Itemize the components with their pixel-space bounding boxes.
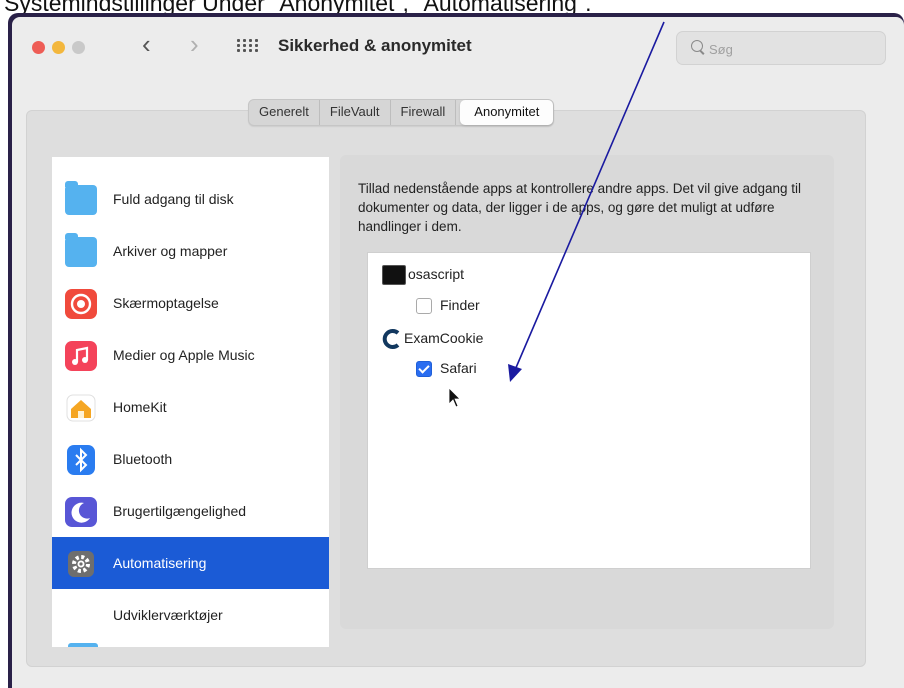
folder-icon — [65, 181, 97, 215]
sidebar-item-udviklervaerktojer[interactable]: Udviklerværktøjer — [52, 589, 329, 641]
gear-icon — [68, 551, 94, 577]
app-name: ExamCookie — [404, 330, 484, 346]
app-row-examcookie[interactable]: ExamCookie — [382, 327, 484, 350]
safari-checkbox[interactable] — [416, 361, 432, 378]
sidebar-item-label: Skærmoptagelse — [113, 295, 219, 311]
examcookie-icon — [382, 329, 400, 350]
screen-recording-icon — [65, 289, 97, 319]
sidebar-item-arkiver-og-mapper[interactable]: Arkiver og mapper — [52, 225, 329, 277]
finder-checkbox[interactable] — [416, 298, 432, 315]
app-row-osascript[interactable]: osascript — [382, 263, 465, 286]
sidebar-item-label: Arkiver og mapper — [113, 243, 228, 259]
show-all-grid-icon[interactable] — [237, 39, 258, 53]
sidebar-item-label: Automatisering — [113, 555, 207, 571]
minimize-button[interactable] — [52, 41, 65, 54]
bluetooth-icon — [67, 445, 95, 475]
sidebar-item-label: Fuld adgang til disk — [113, 191, 234, 207]
tab-filevault[interactable]: FileVault — [320, 100, 391, 125]
automation-description: Tillad nedenstående apps at kontrollere … — [358, 181, 802, 234]
sidebar-item-label: Bluetooth — [113, 451, 173, 467]
sidebar-item-brugertilgaengelighed[interactable]: Brugertilgængelighed — [52, 485, 329, 537]
permission-target-label: Safari — [440, 360, 477, 376]
sidebar-item-fuld-adgang-til-disk[interactable]: Fuld adgang til disk — [52, 173, 329, 225]
music-icon — [65, 341, 97, 371]
back-button[interactable]: ‹ — [142, 29, 151, 60]
app-name: osascript — [408, 266, 465, 282]
sidebar-item-label: Brugertilgængelighed — [113, 503, 247, 519]
home-icon — [66, 394, 96, 422]
tab-bar: Generelt FileVault Firewall Anonymitet — [248, 99, 555, 126]
sidebar-item-homekit[interactable]: HomeKit — [52, 381, 329, 433]
zoom-button[interactable] — [72, 41, 85, 54]
terminal-icon — [382, 265, 406, 286]
permission-row-safari[interactable]: Safari — [416, 357, 477, 379]
window-title: Sikkerhed & anonymitet — [278, 36, 472, 55]
app-permission-list: osascript Finder ExamCookie Safari — [367, 252, 811, 569]
sidebar-item-skaermoptagelse[interactable]: Skærmoptagelse — [52, 277, 329, 329]
permission-row-finder[interactable]: Finder — [416, 294, 480, 316]
tab-firewall[interactable]: Firewall — [391, 100, 457, 125]
forward-button[interactable]: › — [190, 29, 199, 60]
sidebar-item-label: Medier og Apple Music — [113, 347, 255, 363]
accessibility-moon-icon — [65, 497, 97, 527]
sidebar-item-automatisering[interactable]: Automatisering — [52, 537, 329, 589]
search-field[interactable] — [676, 31, 886, 65]
permission-target-label: Finder — [440, 297, 480, 313]
sidebar-item-label: HomeKit — [113, 399, 167, 415]
sidebar-item-bluetooth[interactable]: Bluetooth — [52, 433, 329, 485]
search-icon — [691, 40, 703, 52]
privacy-sidebar: Fuld adgang til disk Arkiver og mapper S… — [52, 157, 329, 647]
sidebar-item-medier-og-apple-music[interactable]: Medier og Apple Music — [52, 329, 329, 381]
automation-pane: Tillad nedenstående apps at kontrollere … — [340, 155, 834, 629]
folder-icon — [65, 233, 97, 267]
partial-folder-icon — [68, 643, 98, 647]
sidebar-item-label: Udviklerværktøjer — [113, 607, 223, 623]
search-input[interactable] — [707, 38, 871, 60]
tab-generelt[interactable]: Generelt — [249, 100, 320, 125]
tab-anonymitet[interactable]: Anonymitet — [460, 100, 554, 125]
toolbar: ‹ › Sikkerhed & anonymitet — [12, 17, 904, 81]
close-button[interactable] — [32, 41, 45, 54]
